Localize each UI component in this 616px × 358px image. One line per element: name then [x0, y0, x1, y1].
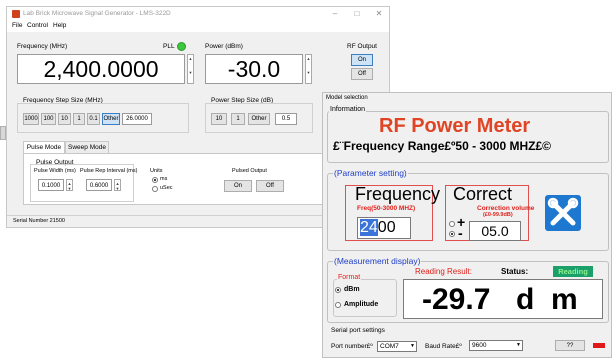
power-step-other-button[interactable]: Other	[248, 113, 270, 125]
correction-hint: Correction volume	[477, 205, 535, 212]
freq-step-100-button[interactable]: 100	[41, 113, 56, 125]
pulse-rep-label: Pulse Rep Interval (ms)	[80, 168, 138, 174]
status-label: Status:	[501, 267, 529, 276]
menu-help[interactable]: Help	[53, 22, 66, 29]
pulsed-on-button[interactable]: On	[224, 180, 252, 192]
app-icon	[12, 10, 20, 18]
correct-plus-radio[interactable]	[449, 221, 455, 227]
pulse-width-field[interactable]: 0.1000	[38, 179, 64, 191]
reading-display: -29.7 d m	[403, 279, 603, 319]
pll-status-icon	[177, 42, 186, 51]
power-step-field[interactable]: 0.5	[275, 113, 297, 125]
parameter-legend: (Parameter setting)	[333, 168, 408, 178]
port-select[interactable]: COM7 ▼	[377, 341, 417, 352]
baud-select[interactable]: 9600 ▼	[469, 340, 523, 351]
window-title: Lab Brick Microwave Signal Generator - L…	[23, 10, 171, 17]
connection-indicator	[593, 343, 605, 348]
frequency-field[interactable]: 2,400.0000	[17, 54, 185, 84]
side-handle[interactable]	[0, 126, 6, 140]
power-field[interactable]: -30.0	[205, 54, 303, 84]
chevron-down-icon: ▼	[410, 343, 415, 349]
baud-label: Baud Rate£º	[425, 343, 462, 350]
pulse-mode-panel: Pulse Output Pulse Width (ms) 0.1000 ▲ ▼ …	[23, 153, 323, 205]
freq-step-1000-button[interactable]: 1000	[23, 113, 39, 125]
rf-output-label: RF Output	[347, 43, 377, 50]
settings-tool-icon[interactable]	[545, 195, 581, 231]
format-group	[333, 279, 397, 317]
format-label: Format	[337, 274, 362, 281]
unit-ms-radio[interactable]	[152, 177, 158, 183]
correct-input[interactable]: 05.0	[469, 221, 521, 241]
frequency-range: £¨Frequency Range£º50 - 3000 MHZ£©	[333, 139, 551, 153]
baud-value: 9600	[472, 342, 487, 349]
pulse-rep-spinner[interactable]: ▲ ▼	[114, 179, 121, 191]
reading-value: -29.7	[422, 283, 491, 316]
units-label: Units	[150, 168, 163, 174]
serial-number: Serial Number 21500	[13, 218, 65, 224]
power-meter-window: Model selection Information RF Power Met…	[322, 92, 612, 358]
format-amplitude-label: Amplitude	[344, 301, 379, 308]
menu-file[interactable]: File	[12, 22, 22, 29]
rf-on-button[interactable]: On	[351, 54, 373, 66]
port-value: COM7	[380, 343, 399, 350]
freq-step-10-button[interactable]: 10	[58, 113, 71, 125]
power-label: Power (dBm)	[205, 43, 243, 50]
meter-window-title: Model selection	[326, 95, 368, 101]
frequency-hint: Freq(50-3000 MHZ)	[357, 205, 416, 212]
freq-step-1-button[interactable]: 1	[73, 113, 85, 125]
format-amplitude-radio[interactable]	[335, 302, 341, 308]
menu-control[interactable]: Control	[27, 22, 48, 29]
frequency-label: Frequency (MHz)	[17, 43, 68, 50]
minimize-button[interactable]: –	[327, 8, 343, 20]
pulse-width-spinner[interactable]: ▲ ▼	[66, 179, 73, 191]
reading-result-label: Reading Result:	[415, 267, 472, 276]
unit-usec-label: uSec	[160, 185, 173, 191]
reading-unit: d m	[516, 283, 578, 316]
unit-usec-radio[interactable]	[152, 186, 158, 192]
format-dbm-radio[interactable]	[335, 287, 341, 293]
status-badge: Reading	[553, 266, 593, 277]
frequency-spinner[interactable]: ▲ ▼	[187, 54, 194, 84]
frequency-selected-text: 24	[360, 219, 378, 236]
help-button[interactable]: ??	[555, 340, 585, 351]
info-label: Information	[329, 106, 367, 113]
unit-ms-label: ms	[160, 176, 168, 182]
correction-range: (£0-99.9dB)	[483, 212, 513, 218]
close-button[interactable]: ✕	[371, 8, 387, 20]
rf-off-button[interactable]: Off	[351, 68, 373, 80]
correct-minus-radio[interactable]	[449, 231, 455, 237]
frequency-input[interactable]: 2400	[357, 217, 411, 239]
pulse-rep-field[interactable]: 0.6000	[86, 179, 112, 191]
maximize-button[interactable]: □	[349, 8, 365, 20]
power-step-10-button[interactable]: 10	[211, 113, 227, 125]
pulsed-off-button[interactable]: Off	[256, 180, 284, 192]
freq-step-0.1-button[interactable]: 0.1	[87, 113, 100, 125]
measurement-legend: (Measurement display)	[333, 256, 422, 266]
pulse-width-label: Pulse Width (ms)	[34, 168, 76, 174]
chevron-down-icon: ▼	[516, 342, 521, 348]
power-spinner[interactable]: ▲ ▼	[305, 54, 312, 84]
menu-bar: File Control Help	[7, 21, 389, 32]
correct-title: Correct	[453, 184, 513, 204]
format-dbm-label: dBm	[344, 286, 360, 293]
serial-settings-label: Serial port settings	[331, 327, 385, 334]
frequency-rest-text: 00	[377, 219, 396, 236]
frequency-title: Frequency	[355, 184, 441, 204]
port-label: Port number£º	[331, 343, 373, 350]
labbrick-titlebar: Lab Brick Microwave Signal Generator - L…	[7, 7, 389, 21]
freq-step-other-button[interactable]: Other	[102, 113, 120, 125]
meter-title: RF Power Meter	[379, 115, 531, 137]
power-step-1-button[interactable]: 1	[231, 113, 245, 125]
freq-step-field[interactable]: 26.0000	[122, 113, 152, 125]
correct-minus-label: -	[458, 225, 463, 241]
pulsed-output-label: Pulsed Output	[232, 168, 267, 174]
pll-label: PLL	[163, 43, 175, 50]
